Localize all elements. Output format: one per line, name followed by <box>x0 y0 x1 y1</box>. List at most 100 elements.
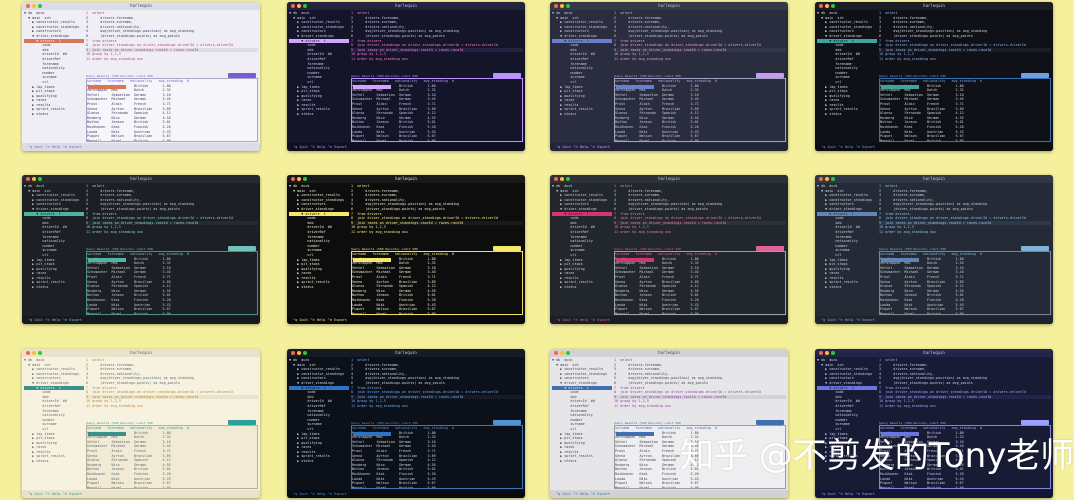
window-titlebar[interactable]: harlequin <box>550 2 788 10</box>
maximize-icon[interactable] <box>566 177 570 181</box>
editor-window-slate[interactable]: harlequin ▼ db duck ▼ main sch ▶ construc… <box>550 2 788 151</box>
close-icon[interactable] <box>819 351 823 355</box>
table-row[interactable]: Mansell Nigel British 5.90 <box>615 312 785 314</box>
minimize-icon[interactable] <box>32 177 36 181</box>
minimize-icon[interactable] <box>825 177 829 181</box>
table-row[interactable]: Mansell Nigel British 5.90 <box>352 486 522 488</box>
maximize-icon[interactable] <box>566 4 570 8</box>
table-row[interactable]: Mansell Nigel British 5.90 <box>352 312 522 314</box>
tree-item[interactable]: ▶ status <box>289 112 349 117</box>
window-controls[interactable] <box>554 4 570 8</box>
window-controls[interactable] <box>819 4 835 8</box>
window-titlebar[interactable]: harlequin <box>815 2 1053 10</box>
minimize-icon[interactable] <box>297 177 301 181</box>
query-editor[interactable]: 1 select 2 drivers.forename, 3 drivers.sur… <box>879 358 1051 420</box>
window-controls[interactable] <box>291 351 307 355</box>
data-catalog-tree[interactable]: ▼ db duck ▼ main sch ▶ constructor_resul… <box>24 184 84 316</box>
query-editor[interactable]: 1 select 2 drivers.forename, 3 drivers.sur… <box>614 11 786 73</box>
close-icon[interactable] <box>554 177 558 181</box>
data-catalog-tree[interactable]: ▼ db duck ▼ main sch ▶ constructor_resul… <box>552 184 612 316</box>
tree-item[interactable]: ▶ status <box>817 285 877 290</box>
maximize-icon[interactable] <box>303 351 307 355</box>
query-editor[interactable]: 1 select 2 drivers.forename, 3 drivers.sur… <box>351 11 523 73</box>
minimize-icon[interactable] <box>560 4 564 8</box>
results-viewer[interactable]: surname forename nationality avg_standin… <box>351 425 523 489</box>
results-viewer[interactable]: surname forename nationality avg_standin… <box>879 78 1051 142</box>
maximize-icon[interactable] <box>38 351 42 355</box>
tree-item[interactable]: ▶ status <box>817 112 877 117</box>
editor-window-navy[interactable]: harlequin ▼ db duck ▼ main sch ▶ construc… <box>287 349 525 498</box>
tree-item[interactable]: ▶ status <box>24 459 84 464</box>
query-editor[interactable]: 1 select 2 drivers.forename, 3 drivers.sur… <box>614 184 786 246</box>
query-editor[interactable]: 1 select 2 drivers.forename, 3 drivers.sur… <box>879 11 1051 73</box>
data-catalog-tree[interactable]: ▼ db duck ▼ main sch ▶ constructor_resul… <box>289 358 349 490</box>
maximize-icon[interactable] <box>831 177 835 181</box>
data-catalog-tree[interactable]: ▼ db duck ▼ main sch ▶ constructor_resul… <box>24 358 84 490</box>
tree-item[interactable]: ▶ status <box>289 459 349 464</box>
close-icon[interactable] <box>554 4 558 8</box>
table-row[interactable]: Mansell Nigel British 5.90 <box>87 139 257 141</box>
query-editor[interactable]: 1 select 2 drivers.forename, 3 drivers.sur… <box>614 358 786 420</box>
results-viewer[interactable]: surname forename nationality avg_standin… <box>86 251 258 315</box>
minimize-icon[interactable] <box>297 351 301 355</box>
table-row[interactable]: Mansell Nigel British 5.90 <box>880 486 1050 488</box>
data-catalog-tree[interactable]: ▼ db duck ▼ main sch ▶ constructor_resul… <box>817 184 877 316</box>
window-controls[interactable] <box>26 177 42 181</box>
data-catalog-tree[interactable]: ▼ db duck ▼ main sch ▶ constructor_resul… <box>817 11 877 143</box>
table-row[interactable]: Mansell Nigel British 5.90 <box>880 139 1050 141</box>
minimize-icon[interactable] <box>560 177 564 181</box>
close-icon[interactable] <box>819 177 823 181</box>
close-icon[interactable] <box>554 351 558 355</box>
tree-item[interactable]: ▶ status <box>552 459 612 464</box>
query-editor[interactable]: 1 select 2 drivers.forename, 3 drivers.sur… <box>351 358 523 420</box>
minimize-icon[interactable] <box>560 351 564 355</box>
close-icon[interactable] <box>819 4 823 8</box>
data-catalog-tree[interactable]: ▼ db duck ▼ main sch ▶ constructor_resul… <box>289 184 349 316</box>
table-row[interactable]: Mansell Nigel British 5.90 <box>615 486 785 488</box>
editor-window-yellow[interactable]: harlequin ▼ db duck ▼ main sch ▶ construc… <box>287 175 525 324</box>
results-viewer[interactable]: surname forename nationality avg_standin… <box>86 425 258 489</box>
data-catalog-tree[interactable]: ▼ db duck ▼ main sch ▶ constructor_resul… <box>289 11 349 143</box>
query-editor[interactable]: 1 select 2 drivers.forename, 3 drivers.sur… <box>86 184 258 246</box>
maximize-icon[interactable] <box>303 177 307 181</box>
editor-window-pink[interactable]: harlequin ▼ db duck ▼ main sch ▶ construc… <box>550 175 788 324</box>
close-icon[interactable] <box>26 177 30 181</box>
editor-window-blue-grey[interactable]: harlequin ▼ db duck ▼ main sch ▶ construc… <box>815 175 1053 324</box>
tree-item[interactable]: ▶ status <box>24 112 84 117</box>
editor-window-light[interactable]: harlequin ▼ db duck ▼ main sch ▶ construc… <box>22 2 260 151</box>
query-editor[interactable]: 1 select 2 drivers.forename, 3 drivers.sur… <box>86 358 258 420</box>
window-controls[interactable] <box>26 4 42 8</box>
maximize-icon[interactable] <box>38 4 42 8</box>
results-viewer[interactable]: surname forename nationality avg_standin… <box>614 251 786 315</box>
results-viewer[interactable]: surname forename nationality avg_standin… <box>879 251 1051 315</box>
window-controls[interactable] <box>819 177 835 181</box>
window-controls[interactable] <box>554 177 570 181</box>
window-titlebar[interactable]: harlequin <box>815 349 1053 357</box>
editor-window-dark-blue[interactable]: harlequin ▼ db duck ▼ main sch ▶ construc… <box>815 2 1053 151</box>
query-editor[interactable]: 1 select 2 drivers.forename, 3 drivers.sur… <box>879 184 1051 246</box>
tree-item[interactable]: ▶ status <box>552 112 612 117</box>
query-editor[interactable]: 1 select 2 drivers.forename, 3 drivers.sur… <box>351 184 523 246</box>
maximize-icon[interactable] <box>566 351 570 355</box>
editor-window-solarized-light[interactable]: harlequin ▼ db duck ▼ main sch ▶ construc… <box>22 349 260 498</box>
close-icon[interactable] <box>291 4 295 8</box>
results-viewer[interactable]: surname forename nationality avg_standin… <box>86 78 258 142</box>
table-row[interactable]: Mansell Nigel British 5.90 <box>352 139 522 141</box>
query-editor[interactable]: 1 select 2 drivers.forename, 3 drivers.sur… <box>86 11 258 73</box>
window-titlebar[interactable]: harlequin <box>22 2 260 10</box>
window-controls[interactable] <box>291 4 307 8</box>
data-catalog-tree[interactable]: ▼ db duck ▼ main sch ▶ constructor_resul… <box>24 11 84 143</box>
window-titlebar[interactable]: harlequin <box>287 175 525 183</box>
data-catalog-tree[interactable]: ▼ db duck ▼ main sch ▶ constructor_resul… <box>552 11 612 143</box>
minimize-icon[interactable] <box>32 4 36 8</box>
window-titlebar[interactable]: harlequin <box>815 175 1053 183</box>
maximize-icon[interactable] <box>831 351 835 355</box>
window-titlebar[interactable]: harlequin <box>550 175 788 183</box>
minimize-icon[interactable] <box>32 351 36 355</box>
results-viewer[interactable]: surname forename nationality avg_standin… <box>351 251 523 315</box>
window-titlebar[interactable]: harlequin <box>22 349 260 357</box>
close-icon[interactable] <box>26 351 30 355</box>
table-row[interactable]: Mansell Nigel British 5.90 <box>87 312 257 314</box>
maximize-icon[interactable] <box>38 177 42 181</box>
maximize-icon[interactable] <box>303 4 307 8</box>
